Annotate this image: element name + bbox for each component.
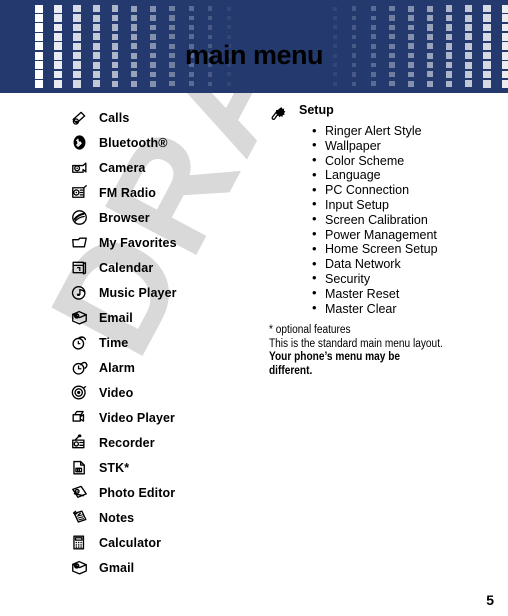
page-title: main menu <box>184 40 324 70</box>
footnote-block: * optional features This is the standard… <box>268 324 483 378</box>
menu-item-label: My Favorites <box>99 235 177 250</box>
menu-item-label: Email <box>99 310 133 325</box>
menu-item-label: Video <box>99 385 134 400</box>
menu-item-label: Alarm <box>99 360 135 375</box>
bluetooth-icon <box>68 133 90 153</box>
calculator-icon <box>68 533 90 553</box>
calls-icon <box>68 108 90 128</box>
menu-item-label: Bluetooth® <box>99 135 168 150</box>
menu-item-label: Calendar <box>99 260 154 275</box>
menu-item-calls[interactable]: Calls <box>68 105 268 130</box>
menu-item-calculator[interactable]: Calculator <box>68 530 268 555</box>
setup-item-power-management[interactable]: Power Management <box>268 227 483 243</box>
menu-item-label: Music Player <box>99 285 177 300</box>
menu-item-recorder[interactable]: Recorder <box>68 430 268 455</box>
menu-item-video-player[interactable]: Video Player <box>68 405 268 430</box>
email-icon <box>68 308 90 328</box>
menu-item-label: Calculator <box>99 535 162 550</box>
menu-item-label: Camera <box>99 160 146 175</box>
setup-item-language[interactable]: Language <box>268 168 483 183</box>
menu-item-bluetooth[interactable]: Bluetooth® <box>68 130 268 155</box>
menu-item-photo-editor[interactable]: Photo Editor <box>68 480 268 505</box>
setup-item-data-network[interactable]: Data Network <box>268 257 483 272</box>
fm-radio-icon <box>68 183 90 203</box>
menu-item-label: FM Radio <box>99 185 157 200</box>
video-player-icon <box>68 408 90 428</box>
video-icon <box>68 383 90 403</box>
gear-wrench-icon <box>268 103 290 123</box>
setup-item-master-clear[interactable]: Master Clear <box>268 301 483 317</box>
setup-item-security[interactable]: Security <box>268 271 483 287</box>
setup-submenu-list: Ringer Alert StyleWallpaperColor SchemeL… <box>268 124 483 316</box>
menu-item-label: Calls <box>99 110 130 125</box>
menu-item-calendar[interactable]: Calendar <box>68 255 268 280</box>
menu-item-gmail[interactable]: Gmail <box>68 555 268 580</box>
camera-icon <box>68 158 90 178</box>
page-number: 5 <box>486 592 494 608</box>
menu-item-stk[interactable]: STK* <box>68 455 268 480</box>
footnote-optional-features: * optional features <box>269 324 351 337</box>
notes-icon <box>68 508 90 528</box>
footnote-standard-layout: This is the standard main menu layout. <box>269 337 443 350</box>
menu-item-video[interactable]: Video <box>68 380 268 405</box>
browser-icon <box>68 208 90 228</box>
menu-item-label: Time <box>99 335 129 350</box>
menu-item-music-player[interactable]: Music Player <box>68 280 268 305</box>
calendar-icon <box>68 258 90 278</box>
menu-item-label: Browser <box>99 210 150 225</box>
music-player-icon <box>68 283 90 303</box>
menu-item-alarm[interactable]: Alarm <box>68 355 268 380</box>
setup-item-home-screen-setup[interactable]: Home Screen Setup <box>268 242 483 257</box>
setup-item-color-scheme[interactable]: Color Scheme <box>268 153 483 169</box>
setup-item-master-reset[interactable]: Master Reset <box>268 286 483 302</box>
setup-item-wallpaper[interactable]: Wallpaper <box>268 138 483 154</box>
setup-item-screen-calibration[interactable]: Screen Calibration <box>268 212 483 228</box>
menu-item-my-favorites[interactable]: My Favorites <box>68 230 268 255</box>
menu-item-label: Notes <box>99 510 135 525</box>
photo-editor-icon <box>68 483 90 503</box>
stk-icon <box>68 458 90 478</box>
page-content: Calls Bluetooth® Camera FM Radio Browser My F… <box>0 93 508 616</box>
menu-item-camera[interactable]: Camera <box>68 155 268 180</box>
gmail-icon <box>68 558 90 578</box>
alarm-icon <box>68 358 90 378</box>
setup-item-input-setup[interactable]: Input Setup <box>268 197 483 213</box>
main-menu-list: Calls Bluetooth® Camera FM Radio Browser My F… <box>68 105 268 580</box>
menu-item-email[interactable]: Email <box>68 305 268 330</box>
time-icon <box>68 333 90 353</box>
menu-item-notes[interactable]: Notes <box>68 505 268 530</box>
setup-section: Setup Ringer Alert StyleWallpaperColor S… <box>268 103 483 378</box>
menu-item-time[interactable]: Time <box>68 330 268 355</box>
footnote-may-differ-line1: Your phone’s menu may be <box>269 351 401 364</box>
menu-item-label: Recorder <box>99 435 155 450</box>
menu-item-label: Video Player <box>99 410 176 425</box>
footnote-may-differ-line2: different. <box>269 364 313 377</box>
setup-item-pc-connection[interactable]: PC Connection <box>268 183 483 198</box>
setup-title: Setup <box>299 103 334 117</box>
setup-item-ringer-alert-style[interactable]: Ringer Alert Style <box>268 124 483 139</box>
setup-header[interactable]: Setup <box>268 103 483 123</box>
menu-item-label: STK* <box>99 460 130 475</box>
recorder-icon <box>68 433 90 453</box>
folder-icon <box>68 233 90 253</box>
menu-item-browser[interactable]: Browser <box>68 205 268 230</box>
menu-item-fm-radio[interactable]: FM Radio <box>68 180 268 205</box>
menu-item-label: Gmail <box>99 560 135 575</box>
menu-item-label: Photo Editor <box>99 485 176 500</box>
